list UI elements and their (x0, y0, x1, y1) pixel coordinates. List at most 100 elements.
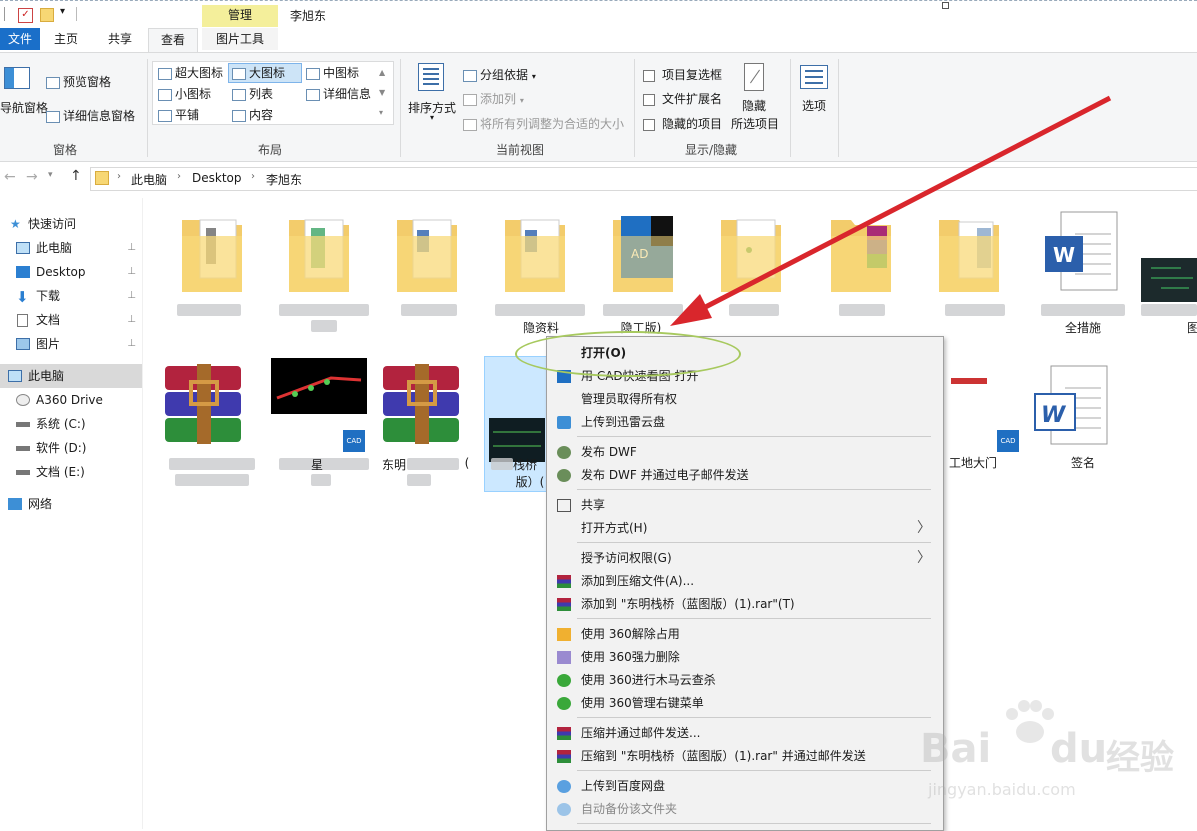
divider (142, 198, 143, 829)
group-by-button[interactable]: 分组依据 ▾ (463, 66, 536, 83)
group-label-current-view: 当前视图 (495, 143, 544, 157)
context-menu: 打开(O) 用 CAD快速看图 打开 管理员取得所有权 上传到迅雷云盘 发布 D… (546, 336, 944, 831)
blurred-label (495, 304, 585, 316)
details-pane-icon (46, 110, 60, 123)
pin-icon[interactable]: ⊥ (127, 260, 136, 284)
menu-compress-rar-email[interactable]: 压缩到 "东明栈桥（蓝图版）(1).rar" 并通过邮件发送 (547, 745, 943, 768)
folder-item[interactable] (287, 214, 351, 294)
menu-publish-dwf-email[interactable]: 发布 DWF 并通过电子邮件发送 (547, 464, 943, 487)
large-icons-icon (232, 67, 246, 80)
nav-downloads[interactable]: ⬇ 下载 ⊥ (0, 284, 142, 308)
winrar-archive-item[interactable] (381, 364, 461, 444)
nav-quick-access[interactable]: ★ 快速访问 (0, 212, 142, 236)
folder-item[interactable] (180, 214, 244, 294)
preview-pane-button[interactable]: 预览窗格 (46, 73, 111, 90)
layout-extra-large[interactable]: 超大图标 (158, 64, 223, 81)
menu-publish-dwf[interactable]: 发布 DWF (547, 441, 943, 464)
sort-by-icon (418, 63, 444, 91)
menu-upload-baidu[interactable]: 上传到百度网盘 (547, 775, 943, 798)
nav-drive-e[interactable]: 文档 (E:) (0, 460, 142, 484)
details-pane-button[interactable]: 详细信息窗格 (46, 107, 135, 124)
layout-content[interactable]: 内容 (232, 106, 273, 123)
nav-drive-d[interactable]: 软件 (D:) (0, 436, 142, 460)
menu-360-unlock[interactable]: 使用 360解除占用 (547, 623, 943, 646)
cad-thumbnail-item[interactable] (1141, 258, 1197, 302)
layout-small[interactable]: 小图标 (158, 85, 211, 102)
checkbox[interactable] (643, 69, 655, 82)
folder-item[interactable] (395, 214, 459, 294)
item-checkboxes-toggle[interactable]: 项目复选框 (643, 66, 722, 83)
nav-this-pc[interactable]: 此电脑 (0, 364, 142, 388)
size-columns-icon (463, 118, 477, 131)
add-columns-icon (463, 93, 477, 106)
up-arrow-icon[interactable]: ↑ (70, 168, 82, 184)
blurred-label (401, 304, 457, 316)
menu-take-ownership[interactable]: 管理员取得所有权 (547, 388, 943, 411)
nav-pane-icon (4, 67, 30, 89)
menu-360-delete[interactable]: 使用 360强力删除 (547, 646, 943, 669)
chevron-right-icon: › (251, 171, 255, 182)
folder-icon (505, 219, 565, 292)
nav-pane-button[interactable]: 导航窗格 (0, 99, 48, 116)
breadcrumb-folder[interactable]: 李旭东 (266, 171, 302, 188)
menu-compress-email[interactable]: 压缩并通过邮件发送... (547, 722, 943, 745)
menu-open-with[interactable]: 打开方式(H) 〉 (547, 517, 943, 540)
resize-handle[interactable] (942, 2, 949, 9)
nav-drive-c[interactable]: 系统 (C:) (0, 412, 142, 436)
tab-view[interactable]: 查看 (148, 28, 198, 52)
tab-file[interactable]: 文件 (0, 28, 40, 50)
menu-360-scan[interactable]: 使用 360进行木马云查杀 (547, 669, 943, 692)
cloud-drive-icon (16, 394, 30, 406)
tab-share[interactable]: 共享 (98, 28, 142, 50)
cad-thumbnail-item[interactable] (271, 358, 367, 414)
menu-auto-backup[interactable]: 自动备份该文件夹 (547, 798, 943, 821)
menu-share[interactable]: 共享 (547, 494, 943, 517)
layout-large[interactable]: 大图标 (232, 64, 285, 81)
layout-list[interactable]: 列表 (232, 85, 273, 102)
list-icon (232, 88, 246, 101)
layout-medium[interactable]: 中图标 (306, 64, 359, 81)
preview-pane-icon (46, 76, 60, 89)
folder-item[interactable] (503, 214, 567, 294)
tab-home[interactable]: 主页 (46, 28, 86, 50)
new-folder-icon[interactable] (40, 8, 54, 22)
breadcrumb-desktop[interactable]: Desktop (192, 171, 242, 185)
nav-this-pc-pinned[interactable]: 此电脑 ⊥ (0, 236, 142, 260)
pin-icon[interactable]: ⊥ (127, 236, 136, 260)
tab-picture-tools[interactable]: 图片工具 (202, 28, 278, 50)
breadcrumb-this-pc[interactable]: 此电脑 (131, 171, 167, 188)
context-tab-manage[interactable]: 管理 (202, 5, 278, 27)
nav-a360-drive[interactable]: A360 Drive (0, 388, 142, 412)
winrar-archive-item[interactable] (163, 364, 243, 444)
nav-documents[interactable]: 文档 ⊥ (0, 308, 142, 332)
forward-arrow-icon[interactable]: → (26, 169, 38, 185)
group-label-layout: 布局 (257, 143, 282, 157)
window-title: 李旭东 (290, 9, 327, 23)
cad-thumbnail-item[interactable] (951, 378, 987, 384)
recent-locations-icon[interactable]: ▾ (48, 170, 53, 180)
nav-pictures[interactable]: 图片 ⊥ (0, 332, 142, 356)
pin-icon[interactable]: ⊥ (127, 308, 136, 332)
menu-give-access[interactable]: 授予访问权限(G) 〉 (547, 547, 943, 570)
winrar-icon (557, 750, 571, 763)
layout-details[interactable]: 详细信息 (306, 85, 371, 102)
nav-desktop[interactable]: Desktop ⊥ (0, 260, 142, 284)
word-document-item[interactable]: W (1033, 364, 1109, 448)
menu-add-to-rar[interactable]: 添加到 "东明栈桥（蓝图版）(1).rar"(T) (547, 593, 943, 616)
layout-tiles[interactable]: 平铺 (158, 106, 199, 123)
back-arrow-icon[interactable]: ← (4, 169, 16, 185)
nav-network[interactable]: 网络 (0, 492, 142, 516)
folder-icon (182, 219, 242, 292)
customize-toolbar-icon[interactable]: ▾ (60, 6, 65, 17)
menu-360-manage[interactable]: 使用 360管理右键菜单 (547, 692, 943, 715)
hide-selected-icon (744, 63, 764, 91)
menu-upload-xunlei[interactable]: 上传到迅雷云盘 (547, 411, 943, 434)
pin-icon[interactable]: ⊥ (127, 332, 136, 356)
size-all-columns-button[interactable]: 将所有列调整为合适的大小 (463, 115, 624, 132)
layout-scroll[interactable]: ▲ ▼ ▾ (379, 63, 385, 123)
properties-icon[interactable]: ✓ (18, 8, 33, 23)
divider (577, 823, 931, 824)
pin-icon[interactable]: ⊥ (127, 284, 136, 308)
menu-add-to-archive[interactable]: 添加到压缩文件(A)... (547, 570, 943, 593)
add-columns-button[interactable]: 添加列 ▾ (463, 90, 524, 107)
